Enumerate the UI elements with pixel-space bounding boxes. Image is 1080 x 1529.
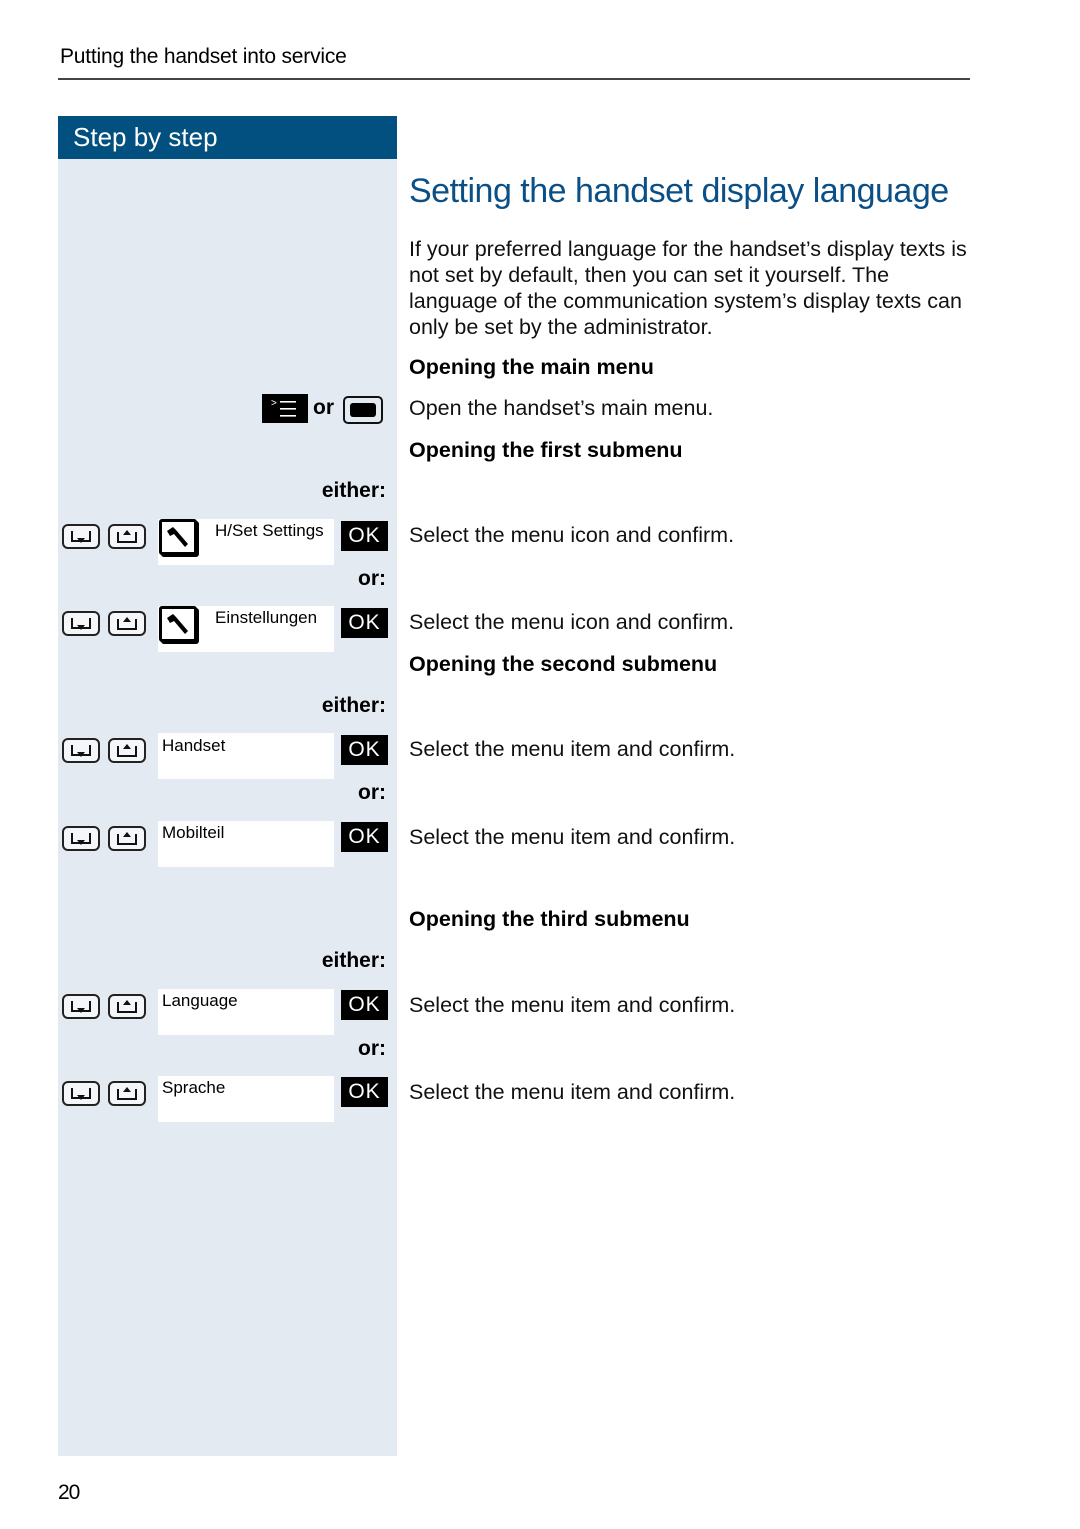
nav-down-key-icon — [62, 826, 100, 851]
or-connector: or: — [358, 781, 386, 804]
either-connector: either: — [321, 479, 386, 502]
instruction-text: Select the menu item and confirm. — [409, 737, 736, 761]
display-key-icon — [343, 396, 383, 424]
heading-first-submenu: Opening the first submenu — [409, 438, 683, 462]
or-connector: or: — [358, 1037, 386, 1060]
nav-down-key-icon — [62, 1081, 100, 1106]
nav-up-key-icon — [108, 738, 146, 763]
ok-key: OK — [341, 608, 388, 638]
nav-up-key-icon — [108, 826, 146, 851]
ok-key: OK — [341, 735, 388, 765]
step-sidebar — [58, 159, 397, 1456]
or-connector: or: — [358, 567, 386, 590]
display-option-sprache: Sprache — [162, 1078, 226, 1097]
nav-up-key-icon — [108, 994, 146, 1019]
display-option-language: Language — [162, 991, 238, 1010]
sidebar-header: Step by step — [58, 116, 397, 159]
display-option-einstellungen: Einstellungen — [215, 608, 318, 627]
nav-down-key-icon — [62, 738, 100, 763]
page-number: 20 — [58, 1481, 80, 1504]
nav-up-key-icon — [108, 524, 146, 549]
either-connector: either: — [321, 694, 386, 717]
instruction-text: Select the menu item and confirm. — [409, 825, 736, 849]
instruction-text: Select the menu item and confirm. — [409, 993, 736, 1017]
heading-third-submenu: Opening the third submenu — [409, 907, 690, 931]
ok-key: OK — [341, 822, 388, 852]
instruction-text: Select the menu icon and confirm. — [409, 523, 735, 547]
or-connector: or — [313, 396, 334, 419]
svg-text:>: > — [271, 398, 277, 409]
heading-second-submenu: Opening the second submenu — [409, 652, 718, 676]
menu-key-icon: > — [262, 394, 308, 423]
main-menu-instruction: Open the handset’s main menu. — [409, 396, 714, 420]
either-connector: either: — [321, 949, 386, 972]
display-option-handset: Handset — [162, 736, 226, 755]
nav-down-key-icon — [62, 611, 100, 636]
ok-key: OK — [341, 990, 388, 1020]
wrench-icon — [159, 606, 197, 642]
instruction-text: Select the menu icon and confirm. — [409, 610, 735, 634]
ok-key: OK — [341, 521, 388, 551]
page-title: Setting the handset display language — [409, 172, 949, 210]
display-option-hset-settings: H/Set Settings — [215, 521, 324, 540]
running-head: Putting the handset into service — [60, 45, 347, 68]
nav-down-key-icon — [62, 524, 100, 549]
wrench-icon — [159, 519, 197, 555]
display-option-mobilteil: Mobilteil — [162, 823, 225, 842]
header-divider — [58, 78, 970, 80]
instruction-text: Select the menu item and confirm. — [409, 1080, 736, 1104]
intro-paragraph: If your preferred language for the hands… — [409, 237, 967, 339]
nav-up-key-icon — [108, 1081, 146, 1106]
nav-down-key-icon — [62, 994, 100, 1019]
heading-main-menu: Opening the main menu — [409, 355, 654, 379]
ok-key: OK — [341, 1077, 388, 1107]
nav-up-key-icon — [108, 611, 146, 636]
